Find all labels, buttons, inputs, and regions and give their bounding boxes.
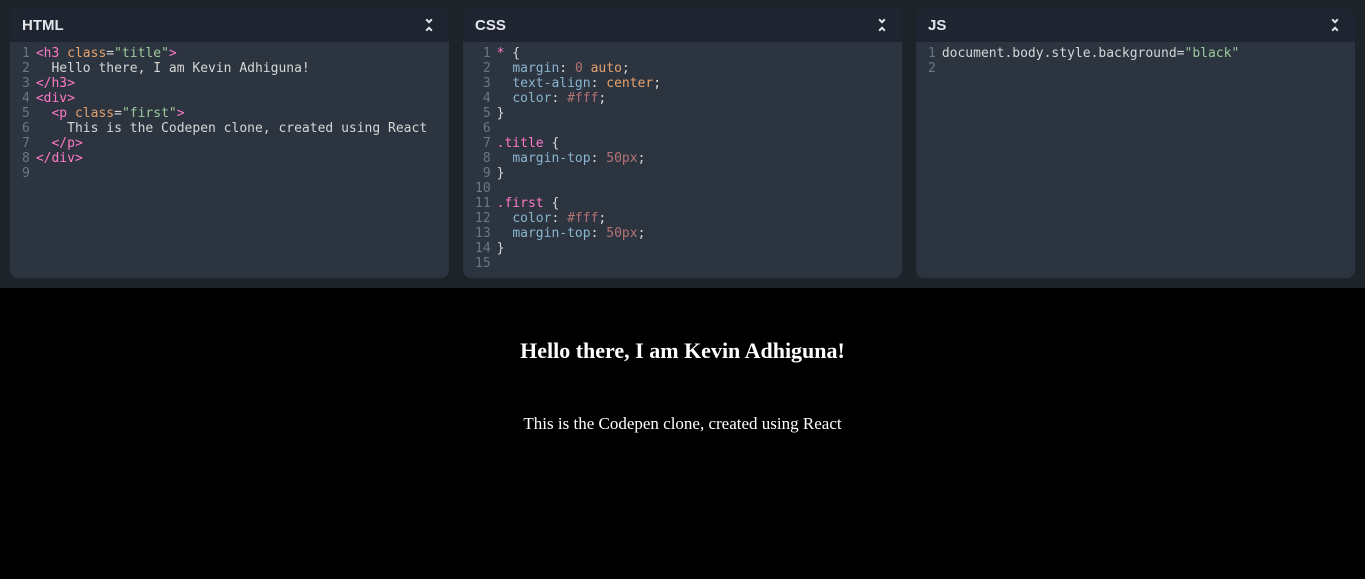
js-editor[interactable]: 1 2 document.body.style.background="blac… bbox=[916, 42, 1355, 278]
css-gutter: 1 2 3 4 5 6 7 8 9 10 11 12 13 14 15 bbox=[463, 46, 497, 274]
html-gutter: 1 2 3 4 5 6 7 8 9 bbox=[10, 46, 36, 274]
preview-subheading: This is the Codepen clone, created using… bbox=[0, 414, 1365, 434]
html-code[interactable]: <h3 class="title"> Hello there, I am Kev… bbox=[36, 46, 449, 274]
html-pane: HTML 1 2 3 4 5 6 7 8 9 <h3 class="title"… bbox=[10, 8, 449, 278]
preview-heading: Hello there, I am Kevin Adhiguna! bbox=[0, 338, 1365, 364]
js-pane-header: JS bbox=[916, 8, 1355, 42]
compress-icon[interactable] bbox=[418, 14, 441, 37]
html-pane-header: HTML bbox=[10, 8, 449, 42]
compress-icon[interactable] bbox=[871, 14, 894, 37]
html-editor[interactable]: 1 2 3 4 5 6 7 8 9 <h3 class="title"> Hel… bbox=[10, 42, 449, 278]
js-code[interactable]: document.body.style.background="black" bbox=[942, 46, 1355, 274]
preview-body: This is the Codepen clone, created using… bbox=[0, 414, 1365, 434]
css-pane-title: CSS bbox=[475, 17, 506, 34]
app-root: HTML 1 2 3 4 5 6 7 8 9 <h3 class="title"… bbox=[0, 0, 1365, 579]
js-pane-title: JS bbox=[928, 17, 946, 34]
html-pane-title: HTML bbox=[22, 17, 64, 34]
css-pane: CSS 1 2 3 4 5 6 7 8 9 10 11 12 13 14 15 … bbox=[463, 8, 902, 278]
editors-row: HTML 1 2 3 4 5 6 7 8 9 <h3 class="title"… bbox=[0, 0, 1365, 288]
css-editor[interactable]: 1 2 3 4 5 6 7 8 9 10 11 12 13 14 15 * { … bbox=[463, 42, 902, 278]
compress-icon[interactable] bbox=[1324, 14, 1347, 37]
js-pane: JS 1 2 document.body.style.background="b… bbox=[916, 8, 1355, 278]
css-pane-header: CSS bbox=[463, 8, 902, 42]
preview-frame: Hello there, I am Kevin Adhiguna! This i… bbox=[0, 288, 1365, 579]
css-code[interactable]: * { margin: 0 auto; text-align: center; … bbox=[497, 46, 902, 274]
js-gutter: 1 2 bbox=[916, 46, 942, 274]
